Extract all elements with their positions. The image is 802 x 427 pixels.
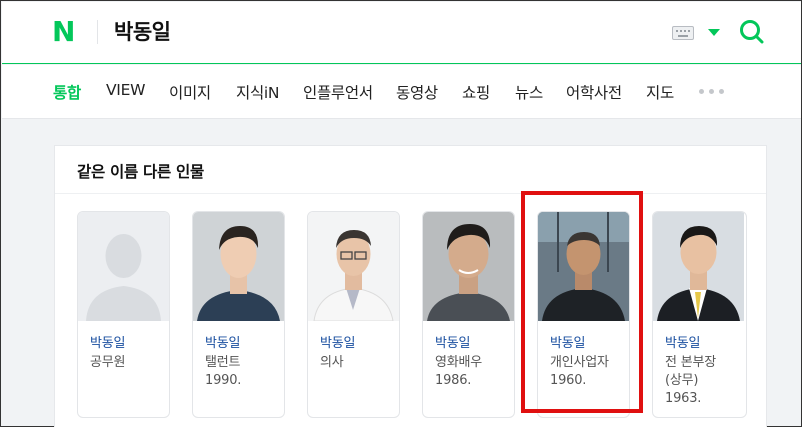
person-desc: 전 본부장 (상무) 1963. [665, 355, 716, 406]
tab-news[interactable]: 뉴스 [515, 81, 543, 103]
person-card[interactable]: 박동일 탤런트 1990. [192, 211, 285, 418]
person-name[interactable]: 박동일 [320, 332, 355, 351]
person-card[interactable]: 박동일 개인사업자 1960. [537, 211, 630, 418]
tab-dictionary[interactable]: 어학사전 [566, 81, 622, 103]
naver-logo[interactable]: N [52, 18, 78, 46]
person-desc: 영화배우 1986. [435, 355, 483, 388]
keyboard-icon[interactable] [672, 26, 694, 40]
person-photo [538, 212, 629, 321]
logo-divider [97, 20, 98, 44]
person-card[interactable]: 박동일 의사 [307, 211, 400, 418]
person-name[interactable]: 박동일 [90, 332, 125, 351]
tab-video[interactable]: 동영상 [396, 81, 438, 103]
person-card[interactable]: 박동일 영화배우 1986. [422, 211, 515, 418]
person-photo [423, 212, 514, 321]
person-name[interactable]: 박동일 [205, 332, 240, 351]
person-desc: 의사 [320, 355, 344, 370]
person-name[interactable]: 박동일 [665, 332, 700, 351]
tab-influencer[interactable]: 인플루언서 [303, 81, 373, 103]
person-desc: 탤런트 1990. [205, 355, 242, 388]
tab-shopping[interactable]: 쇼핑 [462, 81, 490, 103]
tab-knowledge-in[interactable]: 지식iN [236, 81, 280, 103]
person-photo [653, 212, 744, 321]
more-icon[interactable] [699, 89, 725, 95]
search-tabs: 통합 VIEW 이미지 지식iN 인플루언서 동영상 쇼핑 뉴스 어학사전 지도 [2, 65, 801, 119]
default-profile-icon [78, 212, 169, 321]
tab-map[interactable]: 지도 [646, 81, 674, 103]
section-title: 같은 이름 다른 인물 [77, 163, 204, 181]
search-header: N 박동일 [2, 2, 801, 64]
person-name[interactable]: 박동일 [435, 332, 470, 351]
person-card[interactable]: 박동일 전 본부장 (상무) 1963. [652, 211, 747, 418]
chevron-down-icon[interactable] [708, 29, 720, 36]
person-photo [193, 212, 284, 321]
search-query[interactable]: 박동일 [114, 16, 171, 46]
tab-integrated[interactable]: 통합 [53, 81, 81, 103]
tab-images[interactable]: 이미지 [169, 81, 211, 103]
person-desc: 개인사업자 1960. [550, 355, 609, 388]
person-name[interactable]: 박동일 [550, 332, 585, 351]
same-name-people-section: 같은 이름 다른 인물 박동일 공무원 박동일 탤런트 1990. 박동일 의사… [54, 145, 767, 427]
search-icon[interactable] [738, 18, 766, 46]
person-card[interactable]: 박동일 공무원 [77, 211, 170, 418]
person-photo [308, 212, 399, 321]
person-desc: 공무원 [90, 355, 126, 370]
section-divider [55, 193, 766, 194]
tab-view[interactable]: VIEW [106, 81, 145, 99]
